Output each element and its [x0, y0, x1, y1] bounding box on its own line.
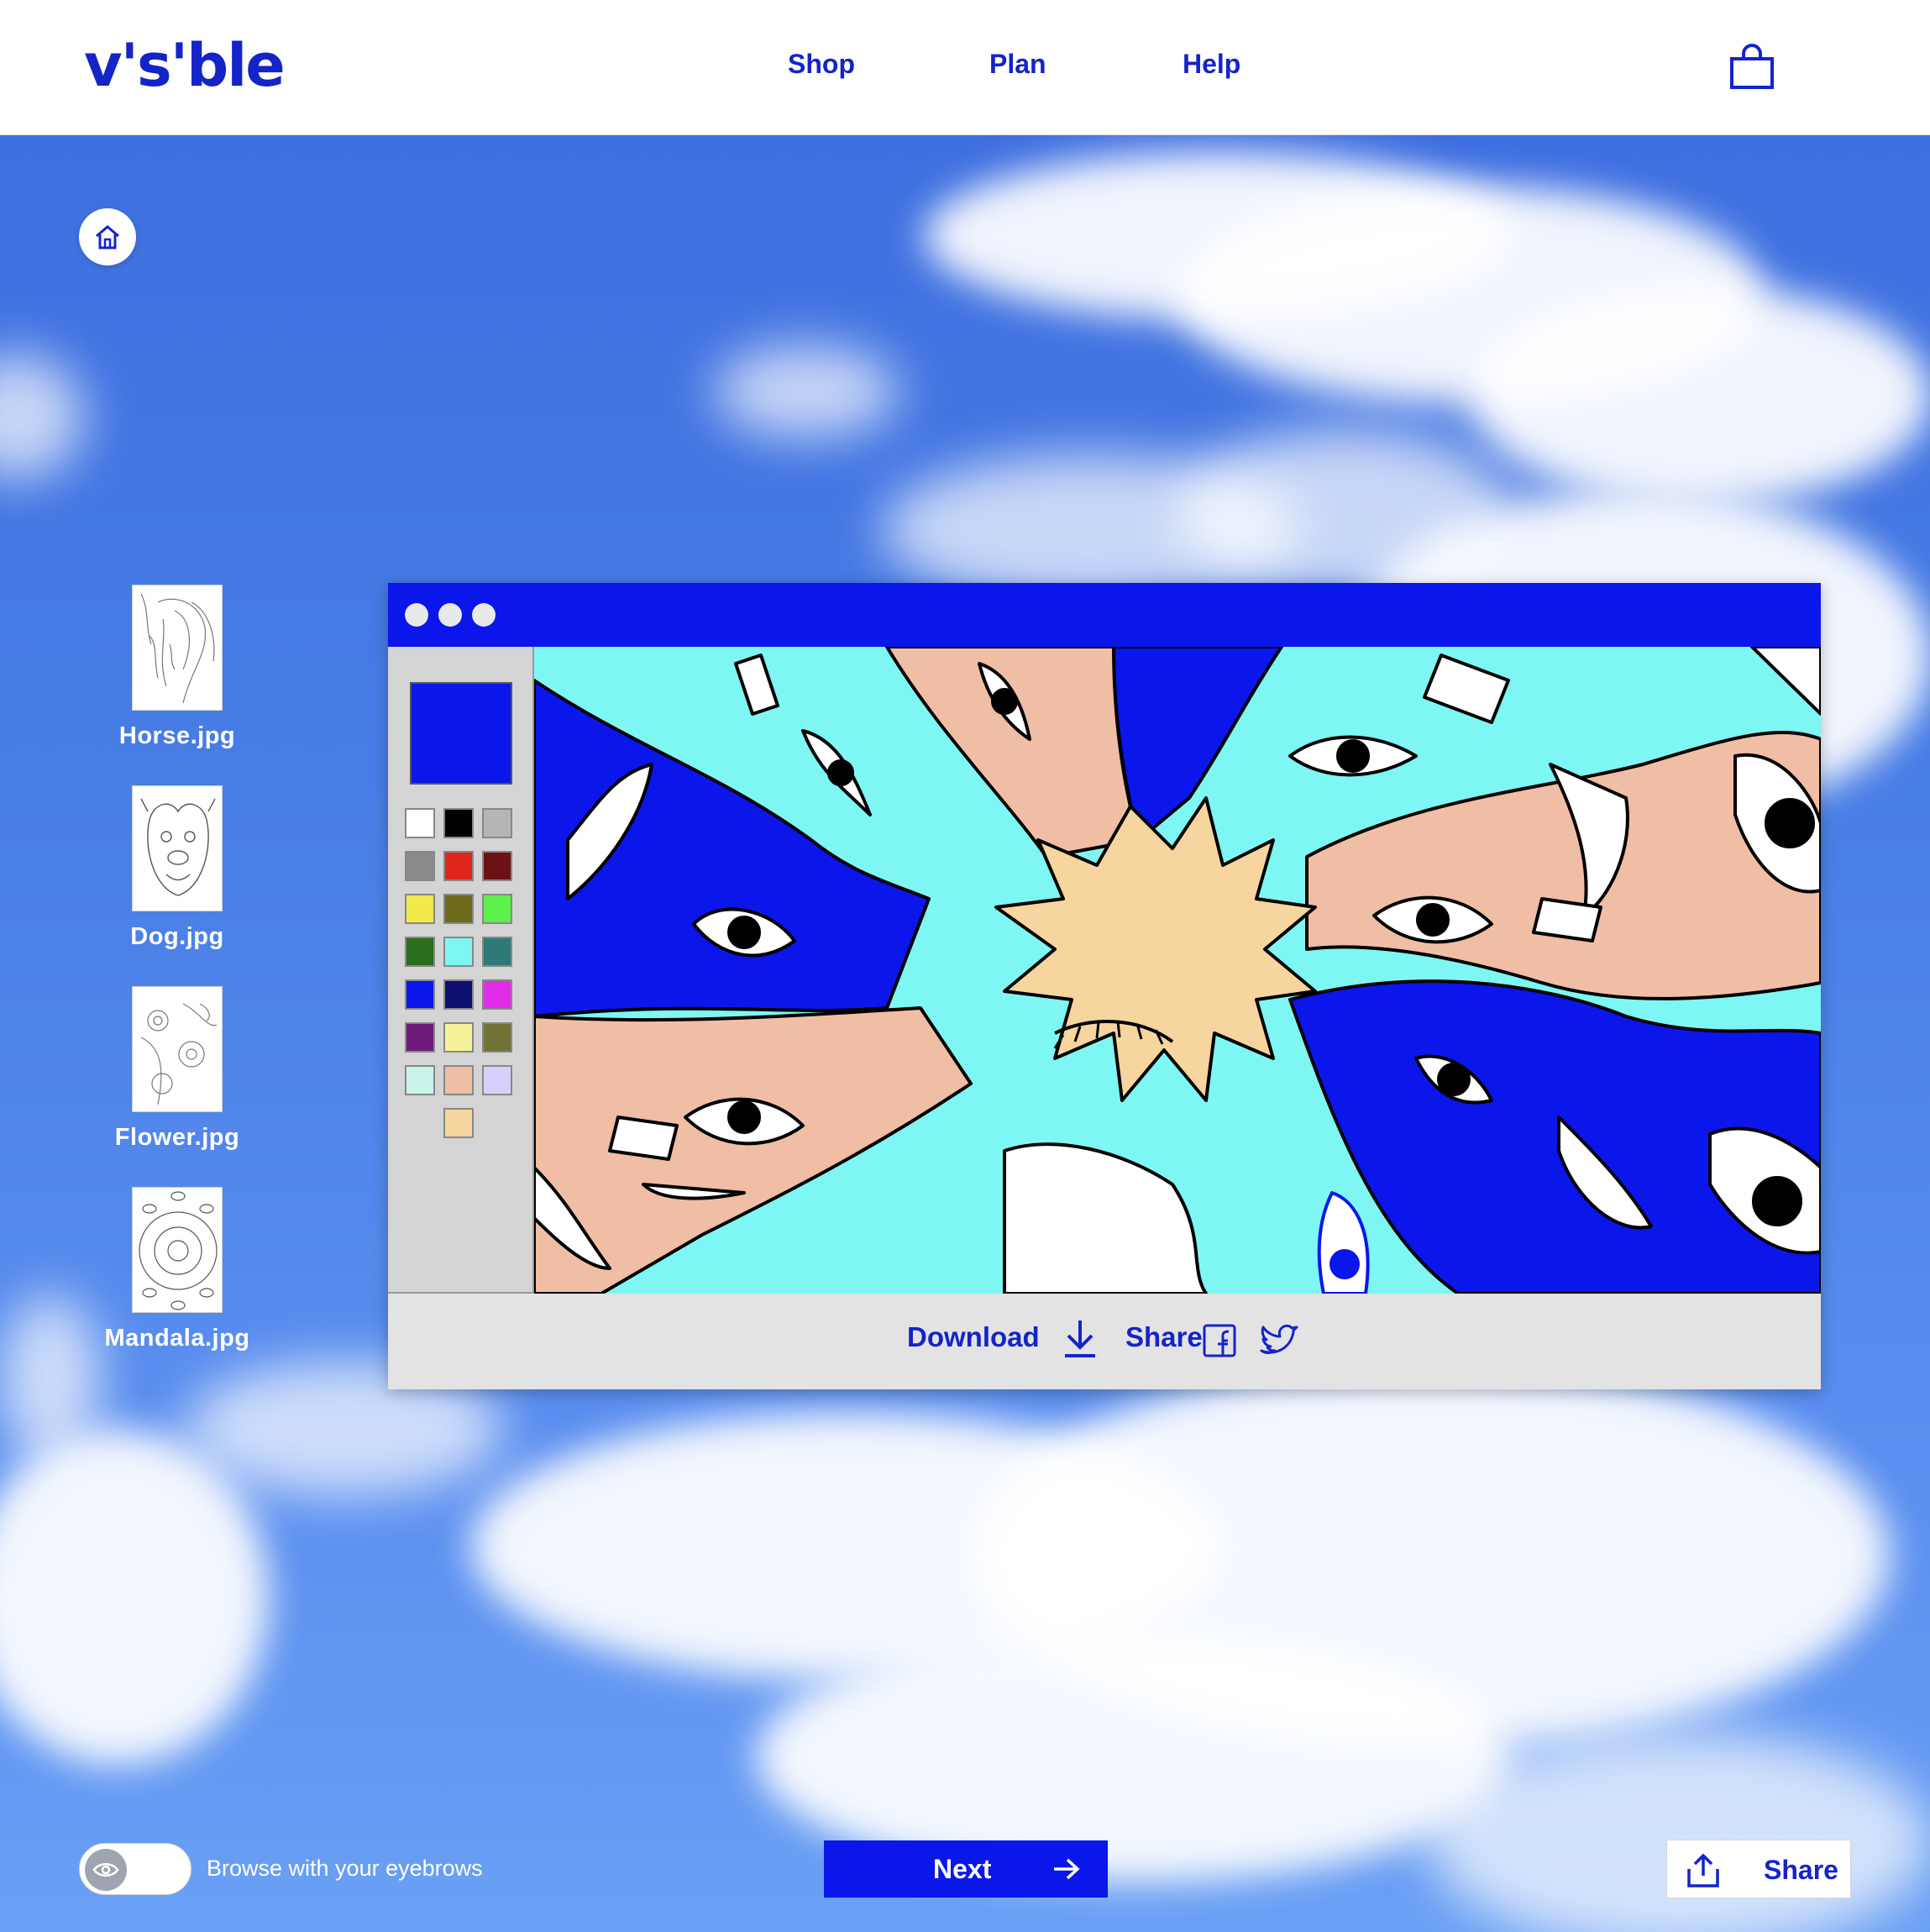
- eyebrow-browse-toggle[interactable]: [79, 1843, 191, 1895]
- toggle-label: Browse with your eyebrows: [207, 1856, 483, 1881]
- eye-icon: [92, 1863, 119, 1877]
- nav-help[interactable]: Help: [1183, 47, 1240, 81]
- toggle-knob: [85, 1849, 127, 1891]
- palette-swatch[interactable]: [443, 808, 474, 838]
- palette-swatch[interactable]: [405, 894, 435, 924]
- file-flower[interactable]: Flower.jpg: [76, 986, 278, 1152]
- palette-swatch[interactable]: [443, 894, 474, 924]
- palette-swatch[interactable]: [482, 937, 512, 967]
- shopping-bag-icon[interactable]: [1728, 44, 1775, 91]
- palette-swatch[interactable]: [405, 1022, 435, 1053]
- palette-swatch[interactable]: [482, 1065, 512, 1095]
- top-navigation-bar: v's'ble Shop Plan Help: [0, 0, 1930, 135]
- palette-swatch[interactable]: [482, 1022, 512, 1053]
- file-horse[interactable]: Horse.jpg: [76, 585, 278, 750]
- file-label: Dog.jpg: [130, 923, 224, 950]
- share-icon: [1687, 1853, 1719, 1887]
- drawing-canvas[interactable]: [534, 647, 1821, 1294]
- palette-swatch[interactable]: [443, 851, 474, 881]
- palette-swatch[interactable]: [405, 851, 435, 881]
- color-palette: [388, 647, 534, 1294]
- share-button-label: Share: [1764, 1855, 1838, 1885]
- arrow-right-icon: [1054, 1858, 1080, 1880]
- flower-thumbnail: [132, 986, 223, 1112]
- paint-window: Download Share: [388, 583, 1821, 1389]
- palette-swatch[interactable]: [443, 937, 474, 967]
- file-label: Flower.jpg: [114, 1124, 240, 1151]
- nav-plan[interactable]: Plan: [989, 47, 1046, 81]
- palette-swatch[interactable]: [405, 979, 435, 1010]
- home-button[interactable]: [79, 208, 136, 265]
- window-dot-minimize[interactable]: [438, 603, 462, 627]
- palette-swatch[interactable]: [482, 808, 512, 838]
- palette-swatch[interactable]: [443, 979, 474, 1010]
- palette-swatch[interactable]: [405, 808, 435, 838]
- window-titlebar: [388, 583, 1821, 647]
- download-link[interactable]: Download: [907, 1319, 1040, 1356]
- download-icon[interactable]: [1060, 1317, 1100, 1361]
- file-label: Horse.jpg: [118, 722, 236, 749]
- palette-swatch[interactable]: [482, 851, 512, 881]
- palette-swatch[interactable]: [443, 1022, 474, 1053]
- dog-thumbnail: [132, 785, 223, 911]
- file-dog[interactable]: Dog.jpg: [76, 785, 278, 951]
- palette-swatch[interactable]: [405, 937, 435, 967]
- home-icon: [96, 225, 119, 249]
- twitter-icon[interactable]: [1258, 1324, 1298, 1357]
- file-label: Mandala.jpg: [104, 1325, 250, 1352]
- window-dot-close[interactable]: [405, 603, 428, 627]
- next-button[interactable]: Next: [824, 1840, 1108, 1898]
- palette-swatch[interactable]: [443, 1065, 474, 1095]
- window-dot-maximize[interactable]: [472, 603, 496, 627]
- share-label: Share: [1125, 1321, 1203, 1352]
- share-button[interactable]: Share: [1666, 1840, 1851, 1898]
- horse-thumbnail: [132, 585, 223, 711]
- current-color: [410, 682, 512, 785]
- file-mandala[interactable]: Mandala.jpg: [76, 1187, 278, 1352]
- visible-logo[interactable]: v's'ble: [84, 32, 286, 99]
- palette-swatch[interactable]: [405, 1065, 435, 1095]
- palette-swatch[interactable]: [482, 894, 512, 924]
- palette-swatch[interactable]: [482, 979, 512, 1010]
- palette-swatch[interactable]: [443, 1108, 474, 1138]
- paint-actions-bar: Download Share: [388, 1294, 1821, 1389]
- facebook-icon[interactable]: [1203, 1324, 1236, 1357]
- nav-shop[interactable]: Shop: [788, 47, 855, 81]
- mandala-thumbnail: [132, 1187, 223, 1313]
- next-label: Next: [933, 1854, 992, 1884]
